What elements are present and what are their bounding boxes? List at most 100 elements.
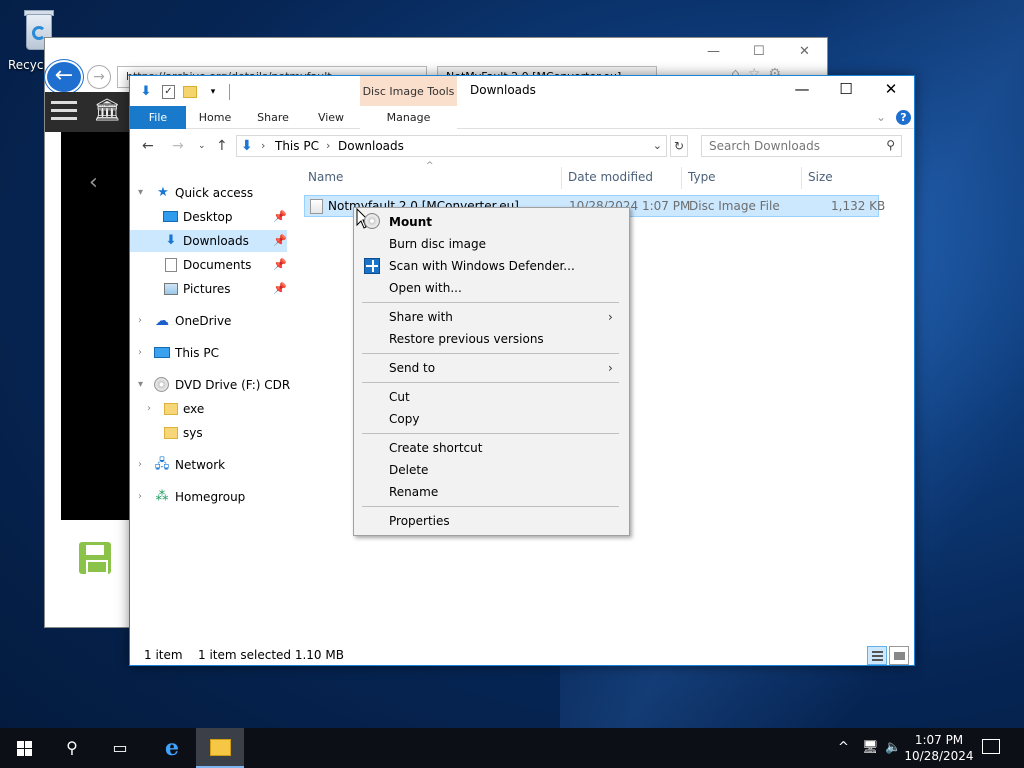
recycle-bin-label: Recycl — [8, 58, 47, 72]
close-icon[interactable]: ✕ — [868, 80, 914, 98]
up-arrow-icon[interactable]: ↑ — [216, 138, 228, 154]
breadcrumb-this-pc[interactable]: This PC — [275, 139, 319, 153]
system-clock[interactable]: 1:07 PM 10/28/2024 — [900, 732, 978, 764]
properties-check-icon[interactable]: ✓ — [162, 85, 175, 99]
tab-share[interactable]: Share — [252, 106, 294, 129]
breadcrumb-chevron-icon[interactable]: › — [261, 139, 265, 152]
nav-homegroup[interactable]: › ⁂ Homegroup — [130, 486, 290, 508]
minimize-icon[interactable]: — — [779, 80, 825, 98]
pin-icon[interactable]: 📌 — [273, 206, 287, 228]
address-bar[interactable]: ⬇ › This PC › Downloads ⌄ — [236, 135, 667, 157]
clock-time: 1:07 PM — [914, 733, 964, 747]
action-center-icon[interactable] — [982, 739, 1000, 754]
nav-desktop[interactable]: Desktop 📌 — [130, 206, 290, 228]
menu-send-to[interactable]: Send to › — [356, 357, 627, 379]
pin-icon[interactable]: 📌 — [273, 254, 287, 276]
file-explorer-taskbar-button[interactable] — [196, 728, 244, 768]
qat-dropdown-icon[interactable]: ▾ — [205, 84, 221, 100]
search-icon[interactable]: ⚲ — [48, 728, 96, 768]
search-input[interactable]: Search Downloads ⚲ — [701, 135, 902, 157]
expand-chevron-icon[interactable]: › — [138, 310, 142, 332]
tab-home[interactable]: Home — [194, 106, 236, 129]
nav-dvd-drive[interactable]: ▾ DVD Drive (F:) CDROM — [130, 374, 290, 396]
tab-file[interactable]: File — [130, 106, 186, 129]
task-view-icon[interactable]: ▭ — [96, 728, 144, 768]
recent-locations-icon[interactable]: ⌄ — [198, 141, 206, 151]
download-arrow-icon: ⬇ — [165, 233, 177, 248]
pin-icon[interactable]: 📌 — [273, 278, 287, 300]
disc-image-file-icon — [310, 199, 323, 214]
menu-mount[interactable]: Mount — [356, 211, 627, 233]
hamburger-menu-icon[interactable] — [51, 101, 77, 123]
breadcrumb-chevron-icon[interactable]: › — [326, 139, 330, 152]
minimize-icon[interactable]: — — [707, 44, 720, 59]
menu-rename[interactable]: Rename — [356, 481, 627, 503]
collapse-chevron-icon[interactable]: ▾ — [138, 182, 143, 204]
nav-downloads[interactable]: ⬇ Downloads 📌 — [130, 230, 287, 252]
back-arrow-icon[interactable]: ← — [142, 138, 154, 154]
refresh-icon[interactable]: ↻ — [670, 135, 688, 157]
expand-chevron-icon[interactable]: › — [138, 342, 142, 364]
column-date-modified[interactable]: Date modified — [568, 170, 653, 184]
windows-logo-icon — [17, 741, 32, 756]
address-dropdown-icon[interactable]: ⌄ — [653, 139, 662, 152]
expand-chevron-icon[interactable]: › — [147, 398, 151, 420]
column-size[interactable]: Size — [808, 170, 833, 184]
folder-icon — [164, 403, 178, 415]
menu-label: Send to — [389, 361, 436, 375]
search-placeholder: Search Downloads — [709, 139, 820, 153]
maximize-icon[interactable]: ☐ — [823, 80, 869, 98]
clock-date: 10/28/2024 — [904, 749, 974, 763]
expand-chevron-icon[interactable]: › — [138, 486, 142, 508]
save-icon[interactable] — [79, 542, 111, 574]
breadcrumb-downloads[interactable]: Downloads — [338, 139, 404, 153]
menu-restore-previous-versions[interactable]: Restore previous versions — [356, 328, 627, 350]
archive-logo-icon[interactable]: 🏛 — [93, 98, 123, 126]
browser-back-button[interactable]: ← — [45, 60, 83, 94]
nav-network[interactable]: › 🖧 Network — [130, 454, 290, 476]
tab-manage[interactable]: Manage — [360, 106, 457, 129]
speaker-muted-icon[interactable]: 🔈 — [885, 728, 901, 768]
maximize-icon[interactable]: ☐ — [753, 44, 765, 59]
details-view-icon[interactable] — [867, 646, 887, 665]
nav-onedrive[interactable]: › ☁ OneDrive — [130, 310, 290, 332]
menu-cut[interactable]: Cut — [356, 386, 627, 408]
tab-view[interactable]: View — [310, 106, 352, 129]
close-icon[interactable]: ✕ — [799, 44, 810, 59]
submenu-arrow-icon: › — [608, 310, 613, 324]
video-player[interactable]: ‹ — [61, 132, 131, 520]
nav-pictures[interactable]: Pictures 📌 — [130, 278, 290, 300]
menu-label: Burn disc image — [389, 237, 486, 251]
help-icon[interactable]: ? — [896, 110, 911, 125]
chevron-left-icon[interactable]: ‹ — [89, 170, 98, 195]
nav-quick-access[interactable]: ▾ ★ Quick access — [130, 182, 290, 204]
collapse-chevron-icon[interactable]: ▾ — [138, 374, 143, 396]
menu-properties[interactable]: Properties — [356, 510, 627, 532]
pin-icon[interactable]: 📌 — [273, 230, 287, 252]
menu-open-with[interactable]: Open with... — [356, 277, 627, 299]
chevron-up-icon[interactable]: ^ — [838, 728, 849, 768]
menu-scan-defender[interactable]: Scan with Windows Defender... — [356, 255, 627, 277]
menu-burn-disc-image[interactable]: Burn disc image — [356, 233, 627, 255]
nav-folder-exe[interactable]: › exe — [130, 398, 290, 420]
nav-label: Quick access — [175, 186, 254, 200]
menu-create-shortcut[interactable]: Create shortcut — [356, 437, 627, 459]
column-type[interactable]: Type — [688, 170, 716, 184]
expand-chevron-icon[interactable]: › — [138, 454, 142, 476]
nav-folder-sys[interactable]: sys — [130, 422, 290, 444]
new-folder-icon[interactable] — [183, 86, 197, 98]
column-name[interactable]: Name — [308, 170, 343, 184]
start-button[interactable] — [0, 728, 48, 768]
large-icons-view-icon[interactable] — [889, 646, 909, 665]
nav-documents[interactable]: Documents 📌 — [130, 254, 290, 276]
nav-this-pc[interactable]: › This PC — [130, 342, 290, 364]
menu-copy[interactable]: Copy — [356, 408, 627, 430]
internet-explorer-icon[interactable]: e — [148, 728, 196, 768]
network-status-icon[interactable]: 🖥 — [862, 728, 879, 768]
browser-forward-button[interactable]: → — [87, 65, 111, 89]
download-arrow-icon[interactable]: ⬇ — [138, 84, 154, 100]
menu-delete[interactable]: Delete — [356, 459, 627, 481]
ribbon-expand-icon[interactable]: ⌄ — [876, 110, 886, 124]
forward-arrow-icon[interactable]: → — [172, 138, 184, 154]
menu-share-with[interactable]: Share with › — [356, 306, 627, 328]
